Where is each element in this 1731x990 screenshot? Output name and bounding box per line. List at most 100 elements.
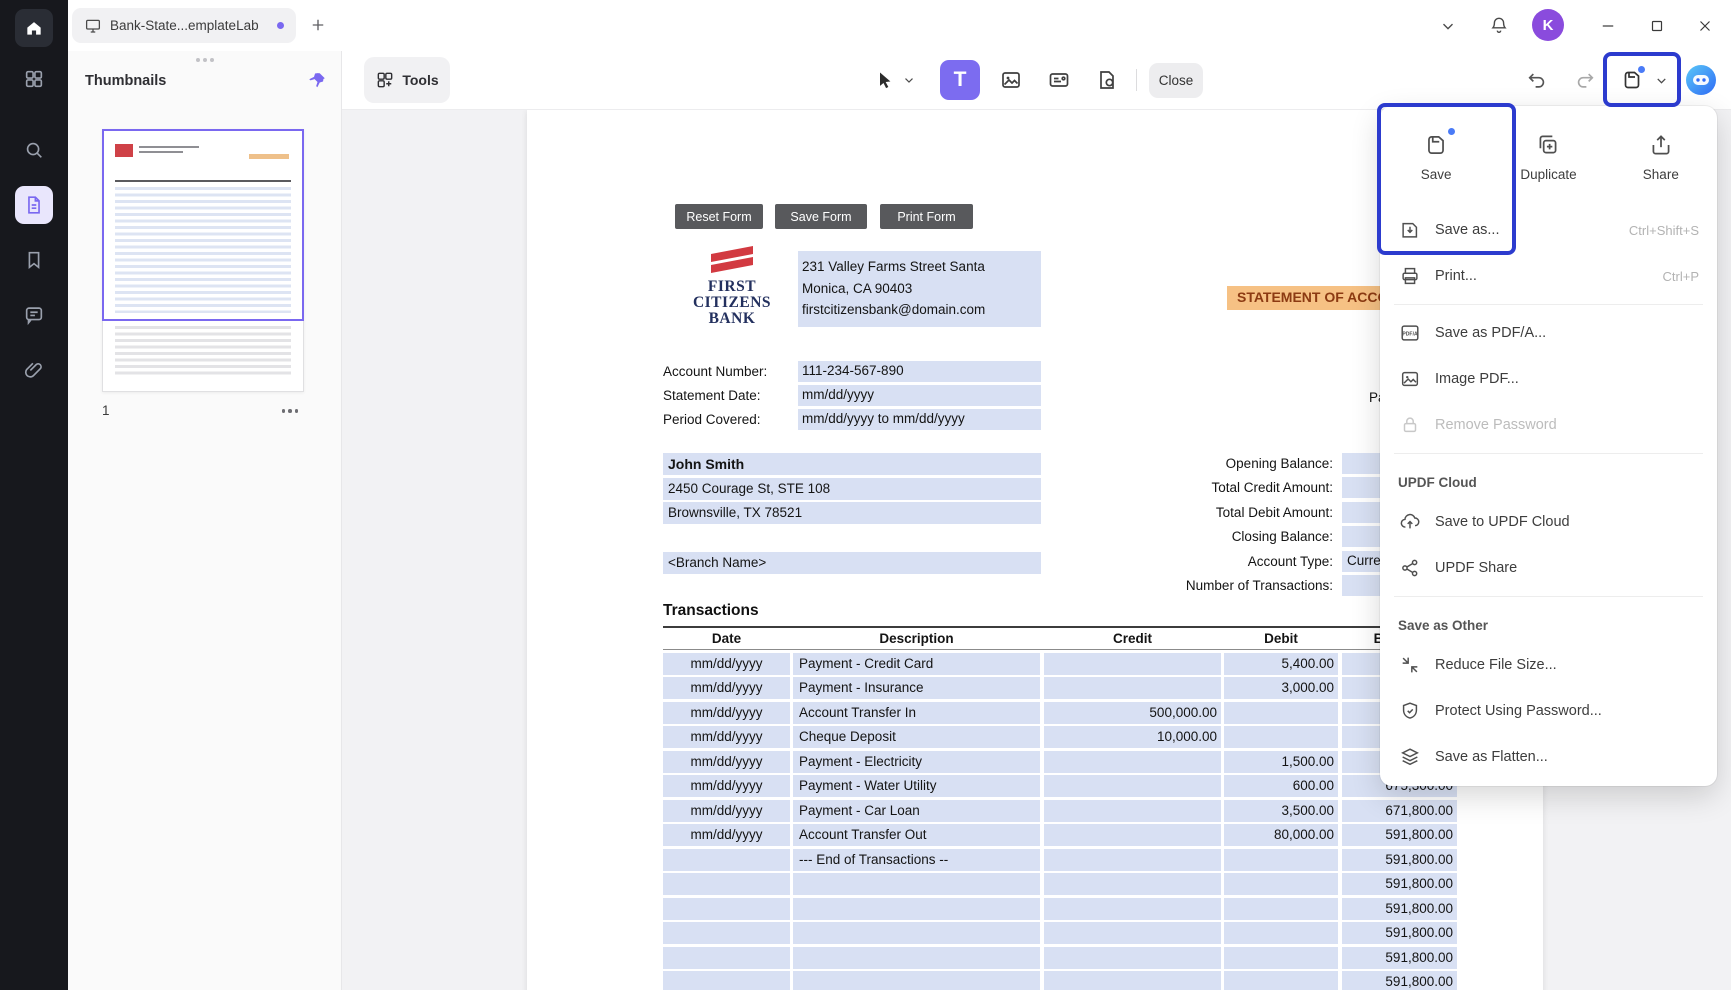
select-tool-button[interactable] [872,63,898,97]
description-cell[interactable]: Payment - Car Loan [793,800,1040,822]
comments-button[interactable] [15,296,53,334]
form-tool-button[interactable] [1042,63,1076,97]
attachments-button[interactable] [15,351,53,389]
tools-button[interactable]: Tools [364,57,450,103]
home-button[interactable] [15,9,53,47]
credit-cell[interactable] [1044,800,1221,822]
balance-cell[interactable]: 591,800.00 [1342,922,1457,944]
menu-save-to-cloud-item[interactable]: Save to UPDF Cloud [1380,499,1717,545]
customer-address2-field[interactable]: Brownsville, TX 78521 [663,502,1041,524]
document-tab[interactable]: Bank-State...emplateLab [72,8,296,43]
balance-cell[interactable]: 591,800.00 [1342,849,1457,871]
credit-cell[interactable] [1044,677,1221,699]
customer-address1-field[interactable]: 2450 Courage St, STE 108 [663,478,1041,500]
close-edit-button[interactable]: Close [1149,63,1203,98]
statement-date-field[interactable]: mm/dd/yyyy [798,385,1041,406]
text-tool-button[interactable]: T [940,60,980,100]
date-cell[interactable]: mm/dd/yyyy [663,775,790,797]
page-thumbnail[interactable] [102,129,304,392]
account-number-field[interactable]: 111-234-567-890 [798,361,1041,382]
balance-cell[interactable]: 591,800.00 [1342,898,1457,920]
debit-cell[interactable] [1224,947,1338,969]
credit-cell[interactable] [1044,971,1221,990]
credit-cell[interactable] [1044,898,1221,920]
menu-print-item[interactable]: Print... Ctrl+P [1380,253,1717,299]
select-tool-dropdown-button[interactable] [900,63,918,97]
description-cell[interactable] [793,922,1040,944]
pin-panel-button[interactable] [308,71,327,90]
date-cell[interactable] [663,947,790,969]
image-tool-button[interactable] [994,63,1028,97]
debit-cell[interactable] [1224,726,1338,748]
description-cell[interactable]: Payment - Water Utility [793,775,1040,797]
description-cell[interactable] [793,947,1040,969]
menu-duplicate-button[interactable]: Duplicate [1492,132,1604,182]
customer-name-field[interactable]: John Smith [663,453,1041,475]
menu-share-button[interactable]: Share [1605,132,1717,182]
balance-cell[interactable]: 591,800.00 [1342,824,1457,846]
credit-cell[interactable] [1044,751,1221,773]
menu-reduce-file-size-item[interactable]: Reduce File Size... [1380,642,1717,688]
save-form-button[interactable]: Save Form [775,204,867,229]
minimize-button[interactable] [1596,14,1620,38]
reset-form-button[interactable]: Reset Form [675,204,763,229]
credit-cell[interactable] [1044,922,1221,944]
date-cell[interactable] [663,849,790,871]
page-more-button[interactable] [276,403,305,419]
date-cell[interactable] [663,971,790,990]
search-button[interactable] [15,131,53,169]
description-cell[interactable]: Account Transfer Out [793,824,1040,846]
notifications-button[interactable] [1487,13,1511,37]
debit-cell[interactable] [1224,971,1338,990]
debit-cell[interactable] [1224,873,1338,895]
balance-cell[interactable]: 591,800.00 [1342,947,1457,969]
credit-cell[interactable] [1044,775,1221,797]
bank-address-field[interactable]: 231 Valley Farms Street Santa Monica, CA… [798,251,1041,327]
date-cell[interactable] [663,922,790,944]
page-tool-button[interactable] [1090,63,1124,97]
debit-cell[interactable] [1224,898,1338,920]
menu-save-pdfa-item[interactable]: PDF/A Save as PDF/A... [1380,310,1717,356]
menu-save-as-flatten-item[interactable]: Save as Flatten... [1380,734,1717,780]
debit-cell[interactable]: 600.00 [1224,775,1338,797]
credit-cell[interactable] [1044,873,1221,895]
credit-cell[interactable]: 10,000.00 [1044,726,1221,748]
redo-button[interactable] [1571,66,1599,94]
credit-cell[interactable] [1044,824,1221,846]
panel-drag-handle[interactable] [196,58,214,62]
debit-cell[interactable]: 80,000.00 [1224,824,1338,846]
date-cell[interactable] [663,898,790,920]
menu-image-pdf-item[interactable]: Image PDF... [1380,356,1717,402]
balance-cell[interactable]: 671,800.00 [1342,800,1457,822]
menu-updf-share-item[interactable]: UPDF Share [1380,545,1717,591]
save-button[interactable] [1617,65,1647,95]
date-cell[interactable] [663,873,790,895]
credit-cell[interactable] [1044,947,1221,969]
date-cell[interactable]: mm/dd/yyyy [663,677,790,699]
maximize-button[interactable] [1645,14,1669,38]
description-cell[interactable]: Payment - Insurance [793,677,1040,699]
date-cell[interactable]: mm/dd/yyyy [663,800,790,822]
date-cell[interactable]: mm/dd/yyyy [663,653,790,675]
bookmarks-button[interactable] [15,241,53,279]
description-cell[interactable]: Payment - Electricity [793,751,1040,773]
new-tab-button[interactable] [305,12,331,38]
description-cell[interactable] [793,873,1040,895]
description-cell[interactable]: Payment - Credit Card [793,653,1040,675]
debit-cell[interactable] [1224,849,1338,871]
date-cell[interactable]: mm/dd/yyyy [663,726,790,748]
period-covered-field[interactable]: mm/dd/yyyy to mm/dd/yyyy [798,409,1041,430]
date-cell[interactable]: mm/dd/yyyy [663,751,790,773]
debit-cell[interactable]: 3,500.00 [1224,800,1338,822]
menu-protect-password-item[interactable]: Protect Using Password... [1380,688,1717,734]
user-avatar[interactable]: K [1532,9,1564,41]
description-cell[interactable]: Account Transfer In [793,702,1040,724]
credit-cell[interactable]: 500,000.00 [1044,702,1221,724]
debit-cell[interactable]: 3,000.00 [1224,677,1338,699]
menu-save-as-item[interactable]: Save as... Ctrl+Shift+S [1380,207,1717,253]
debit-cell[interactable] [1224,922,1338,944]
date-cell[interactable]: mm/dd/yyyy [663,824,790,846]
credit-cell[interactable] [1044,653,1221,675]
description-cell[interactable]: Cheque Deposit [793,726,1040,748]
print-form-button[interactable]: Print Form [880,204,973,229]
